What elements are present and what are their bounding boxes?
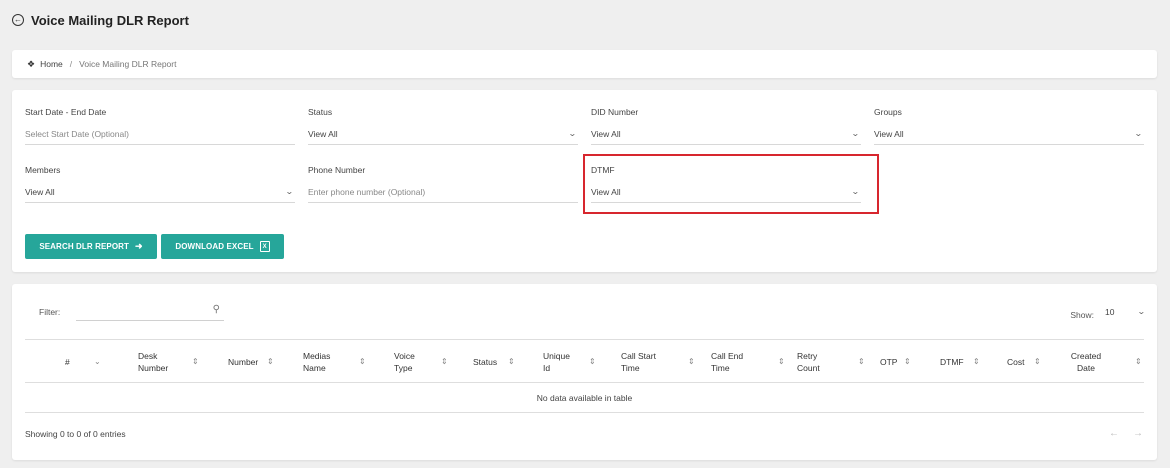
report-table-panel: Filter: ⚲ Show: 10 ⌄ # ⌄ Desk Number ⇕ N… (12, 284, 1157, 460)
chevron-down-icon: ⌄ (851, 129, 861, 138)
sort-icon: ⇕ (359, 357, 366, 366)
sort-icon: ⇕ (858, 357, 865, 366)
table-info: Showing 0 to 0 of 0 entries (25, 429, 126, 439)
breadcrumb-home[interactable]: Home (40, 59, 63, 69)
search-icon: ⚲ (212, 304, 220, 315)
next-arrow-icon[interactable]: → (1133, 428, 1143, 439)
column-header-number[interactable]: Number ⇕ (228, 340, 308, 384)
phone-number-label: Phone Number (308, 165, 366, 175)
status-select[interactable]: View All ⌄ (308, 129, 578, 145)
table-header: # ⌄ Desk Number ⇕ Number ⇕ Medias Name ⇕… (25, 339, 1144, 383)
groups-select[interactable]: View All ⌄ (874, 129, 1144, 145)
page-size-select[interactable]: 10 ⌄ (1105, 307, 1147, 323)
groups-field: Groups View All ⌄ (874, 107, 1144, 147)
status-label: Status (308, 107, 333, 117)
sort-icon: ⇕ (441, 357, 448, 366)
members-select[interactable]: View All ⌄ (25, 187, 295, 203)
groups-label: Groups (874, 107, 902, 117)
column-header-unique-id[interactable]: Unique Id ⇕ (543, 340, 613, 384)
sort-icon: ⇕ (1034, 357, 1041, 366)
breadcrumb-separator: / (69, 59, 73, 69)
groups-value: View All (874, 129, 904, 139)
members-field: Members View All ⌄ (25, 165, 295, 205)
column-header-call-start-time[interactable]: Call Start Time ⇕ (621, 340, 701, 384)
column-header-otp[interactable]: OTP ⇕ (880, 340, 930, 384)
show-label: Show: (1070, 310, 1094, 320)
page-size-value: 10 (1105, 307, 1115, 317)
column-header-retry-count[interactable]: Retry Count ⇕ (797, 340, 867, 384)
table-filter: Filter: (39, 307, 60, 317)
pagination: ← → (1109, 428, 1143, 439)
previous-arrow-icon[interactable]: ← (1109, 428, 1119, 439)
column-header-cost[interactable]: Cost ⇕ (1007, 340, 1057, 384)
sort-icon: ⇕ (688, 357, 695, 366)
members-value: View All (25, 187, 55, 197)
excel-icon: X (259, 241, 270, 252)
column-header-dtmf[interactable]: DTMF ⇕ (940, 340, 990, 384)
table-row: No data available in table (25, 383, 1144, 413)
sort-icon: ⇕ (267, 357, 274, 366)
column-header-desk-number[interactable]: Desk Number ⇕ (138, 340, 218, 384)
date-range-field: Start Date - End Date Select Start Date … (25, 107, 295, 147)
date-range-input[interactable]: Select Start Date (Optional) (25, 129, 295, 145)
sort-icon: ⇕ (589, 357, 596, 366)
sort-icon: ⇕ (904, 357, 911, 366)
page-title: Voice Mailing DLR Report (31, 12, 189, 28)
sort-icon: ⇕ (778, 357, 785, 366)
page-size-control: Show: 10 ⌄ (1070, 307, 1147, 323)
did-number-field: DID Number View All ⌄ (591, 107, 861, 147)
phone-number-field: Phone Number Enter phone number (Optiona… (308, 165, 578, 205)
column-header-index[interactable]: # ⌄ (65, 340, 125, 384)
chevron-down-icon: ⌄ (1137, 307, 1147, 316)
empty-table-message: No data available in table (536, 392, 633, 403)
did-number-value: View All (591, 129, 621, 139)
breadcrumb-current: Voice Mailing DLR Report (79, 59, 177, 69)
page-header: ← Voice Mailing DLR Report (12, 11, 189, 29)
filter-input[interactable]: ⚲ (76, 301, 224, 321)
chevron-down-icon: ⌄ (285, 187, 295, 196)
download-button-label: DOWNLOAD EXCEL (175, 242, 254, 251)
breadcrumb: ❖ Home / Voice Mailing DLR Report (12, 50, 1157, 78)
home-icon[interactable]: ❖ (27, 59, 35, 70)
search-button-label: SEARCH DLR REPORT (39, 242, 130, 251)
date-range-label: Start Date - End Date (25, 107, 107, 117)
column-header-created-date[interactable]: Created Date ⇕ (1068, 340, 1142, 384)
did-number-label: DID Number (591, 107, 639, 117)
arrow-right-icon: ➜ (135, 241, 143, 251)
filter-label: Filter: (39, 307, 61, 317)
sort-icon: ⇕ (508, 357, 515, 366)
sort-toggle-icon: ⌄ (94, 357, 101, 366)
phone-number-input[interactable]: Enter phone number (Optional) (308, 187, 578, 203)
column-header-status[interactable]: Status ⇕ (473, 340, 543, 384)
column-header-medias-name[interactable]: Medias Name ⇕ (303, 340, 383, 384)
status-field: Status View All ⌄ (308, 107, 578, 147)
download-excel-button[interactable]: DOWNLOAD EXCEL X (161, 234, 284, 259)
phone-number-placeholder: Enter phone number (Optional) (308, 187, 426, 197)
dtmf-highlight-box (583, 154, 879, 214)
sort-icon: ⇕ (973, 357, 980, 366)
did-number-select[interactable]: View All ⌄ (591, 129, 861, 145)
column-header-voice-type[interactable]: Voice Type ⇕ (394, 340, 464, 384)
status-value: View All (308, 129, 338, 139)
sort-icon: ⇕ (1135, 357, 1142, 366)
back-arrow-icon[interactable]: ← (12, 14, 24, 26)
chevron-down-icon: ⌄ (1134, 129, 1144, 138)
search-dlr-report-button[interactable]: SEARCH DLR REPORT ➜ (25, 234, 157, 259)
sort-icon: ⇕ (192, 357, 199, 366)
date-range-placeholder: Select Start Date (Optional) (25, 129, 129, 139)
chevron-down-icon: ⌄ (568, 129, 578, 138)
column-header-call-end-time[interactable]: Call End Time ⇕ (711, 340, 785, 384)
members-label: Members (25, 165, 61, 175)
filters-panel: Start Date - End Date Select Start Date … (12, 90, 1157, 272)
